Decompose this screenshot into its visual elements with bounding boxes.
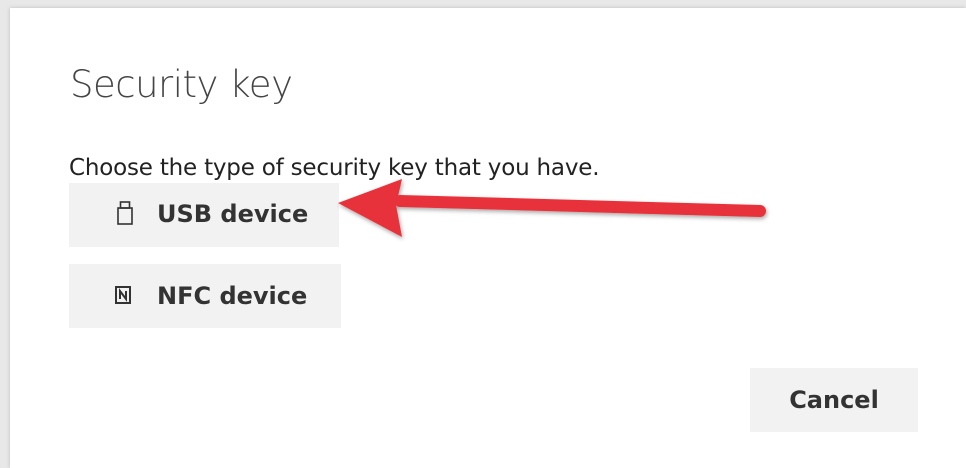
usb-icon	[117, 201, 133, 229]
cancel-button[interactable]: Cancel	[750, 368, 918, 432]
usb-device-label: USB device	[157, 200, 309, 228]
nfc-icon	[115, 286, 131, 308]
dialog-title: Security key	[70, 63, 293, 106]
cancel-label: Cancel	[789, 386, 879, 414]
nfc-device-label: NFC device	[157, 282, 308, 310]
usb-device-button[interactable]: USB device	[69, 183, 339, 247]
nfc-device-button[interactable]: NFC device	[69, 264, 341, 328]
red-arrow-annotation	[338, 179, 766, 237]
